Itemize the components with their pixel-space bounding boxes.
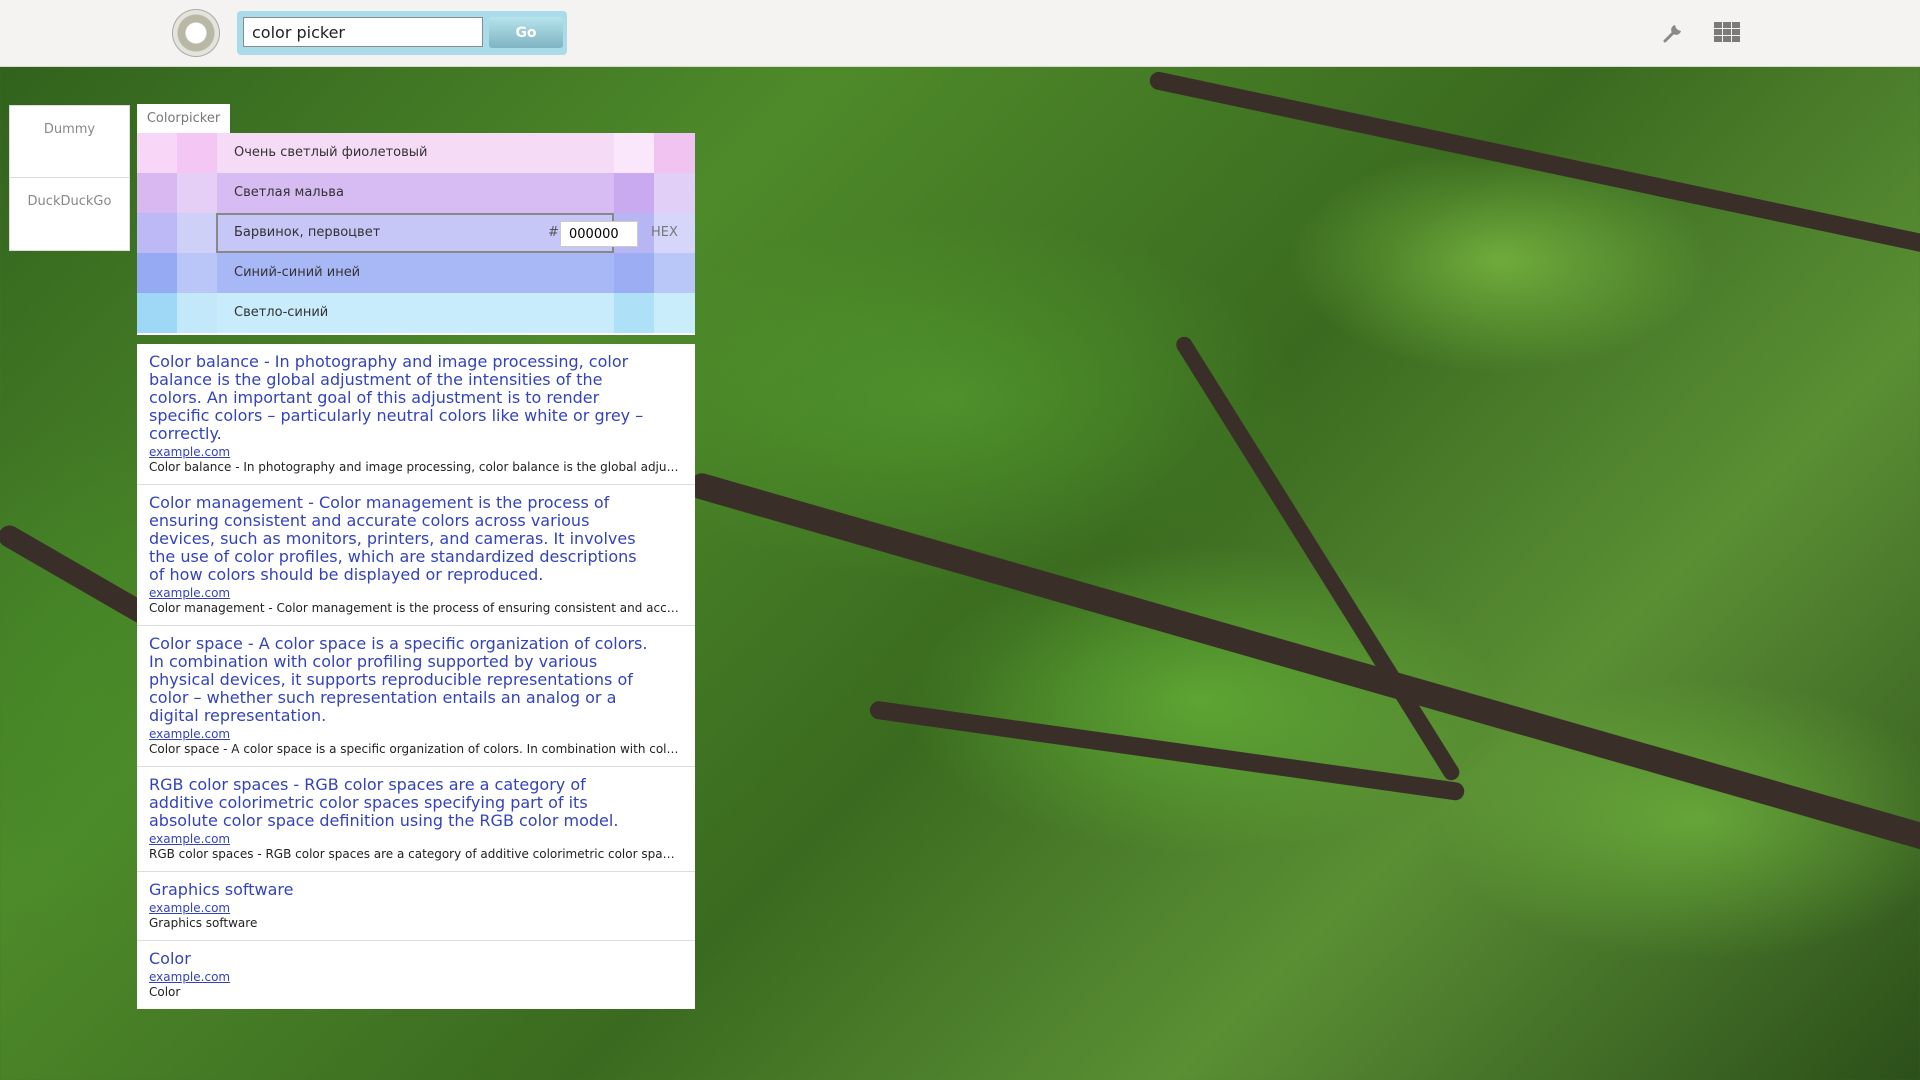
result-item: Color management - Color management is t… [137, 485, 695, 626]
result-title-link[interactable]: Graphics software [149, 881, 649, 899]
result-snippet: Color space - A color space is a specifi… [149, 742, 681, 756]
result-snippet: RGB color spaces - RGB color spaces are … [149, 847, 681, 861]
color-swatch[interactable] [614, 253, 654, 293]
background-branch [1173, 333, 1463, 784]
result-url-link[interactable]: example.com [149, 727, 683, 741]
tab-dummy[interactable]: Dummy [10, 106, 129, 178]
color-name: Очень светлый фиолетовый [234, 145, 428, 160]
source-tabs: Dummy DuckDuckGo [9, 105, 130, 251]
result-item: Graphics software example.com Graphics s… [137, 872, 695, 941]
color-swatch[interactable] [137, 133, 177, 173]
hex-input[interactable] [560, 221, 638, 247]
color-swatch[interactable] [654, 293, 695, 333]
color-row[interactable]: Светлая мальва [137, 173, 695, 213]
result-item: RGB color spaces - RGB color spaces are … [137, 767, 695, 872]
result-title-link[interactable]: Color balance - In photography and image… [149, 353, 649, 443]
background-branch [1148, 70, 1920, 255]
color-name: Барвинок, первоцвет [234, 225, 381, 240]
color-swatch[interactable] [177, 173, 217, 213]
go-button[interactable]: Go [489, 17, 563, 48]
hash-label: # [548, 225, 559, 240]
result-snippet: Color [149, 985, 181, 999]
top-bar: Go [0, 0, 1920, 67]
color-swatch[interactable] [177, 253, 217, 293]
color-swatch[interactable] [614, 133, 654, 173]
color-swatch[interactable] [614, 173, 654, 213]
result-item: Color balance - In photography and image… [137, 344, 695, 485]
color-swatch[interactable] [177, 133, 217, 173]
logo[interactable] [172, 9, 220, 57]
result-url-link[interactable]: example.com [149, 970, 683, 984]
result-title-link[interactable]: Color space - A color space is a specifi… [149, 635, 649, 725]
background-branch [868, 700, 1466, 802]
result-snippet: Graphics software [149, 916, 258, 930]
selected-color[interactable]: Барвинок, первоцвет # HEX [216, 213, 678, 253]
result-title-link[interactable]: RGB color spaces - RGB color spaces are … [149, 776, 649, 830]
color-row[interactable]: Очень светлый фиолетовый [137, 133, 695, 173]
color-name: Светло-синий [234, 305, 329, 320]
color-swatch[interactable] [654, 133, 695, 173]
colorpicker-panel: Очень светлый фиолетовый Светлая мальва … [137, 133, 695, 335]
color-swatch[interactable] [177, 213, 217, 253]
result-url-link[interactable]: example.com [149, 586, 683, 600]
color-swatch[interactable] [614, 293, 654, 333]
color-swatch[interactable] [137, 213, 177, 253]
result-title-link[interactable]: Color management - Color management is t… [149, 494, 649, 584]
search-results: Color balance - In photography and image… [137, 344, 695, 1009]
result-title-link[interactable]: Color [149, 950, 649, 968]
result-url-link[interactable]: example.com [149, 445, 683, 459]
color-row[interactable]: Синий-синий иней [137, 253, 695, 293]
color-swatch[interactable] [137, 173, 177, 213]
result-item: Color space - A color space is a specifi… [137, 626, 695, 767]
result-snippet: Color balance - In photography and image… [149, 460, 681, 474]
color-swatch[interactable] [654, 173, 695, 213]
apps-grid-icon[interactable] [1714, 22, 1740, 44]
color-swatch[interactable] [137, 253, 177, 293]
color-swatch[interactable] [654, 253, 695, 293]
color-row[interactable]: Светло-синий [137, 293, 695, 333]
tab-colorpicker[interactable]: Colorpicker [137, 104, 230, 134]
result-item: Color example.com Color [137, 941, 695, 1009]
color-swatch[interactable] [137, 293, 177, 333]
wrench-icon[interactable] [1662, 20, 1686, 44]
color-swatch[interactable] [177, 293, 217, 333]
search-input[interactable] [243, 17, 483, 47]
color-name: Синий-синий иней [234, 265, 361, 280]
result-url-link[interactable]: example.com [149, 901, 683, 915]
color-name: Светлая мальва [234, 185, 344, 200]
result-snippet: Color management - Color management is t… [149, 601, 681, 615]
tab-duckduckgo[interactable]: DuckDuckGo [10, 178, 129, 250]
hex-label: HEX [651, 225, 678, 240]
result-url-link[interactable]: example.com [149, 832, 683, 846]
